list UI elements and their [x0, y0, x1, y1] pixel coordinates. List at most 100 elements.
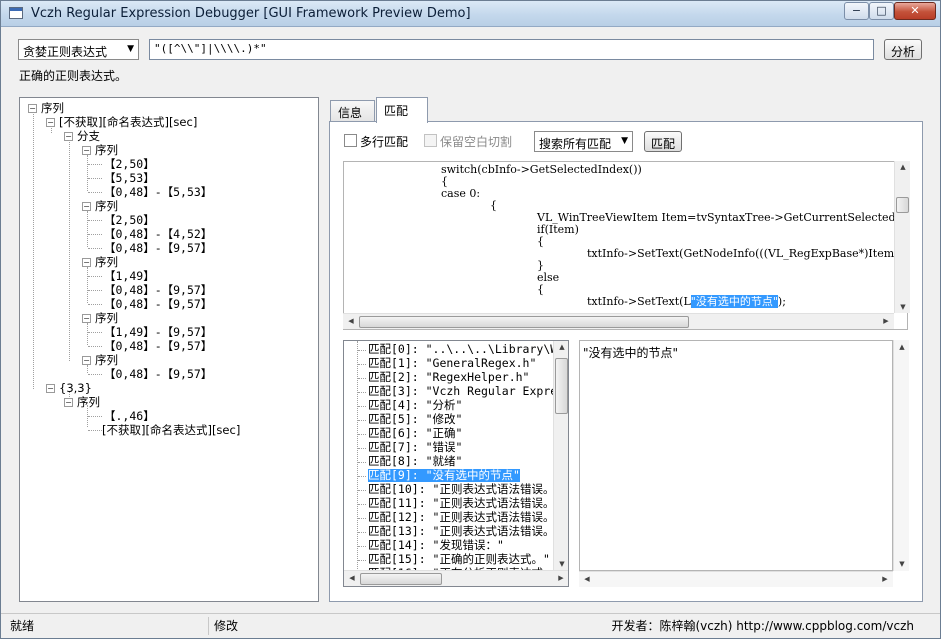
match-item[interactable]: 匹配[14]: "发现错误："	[368, 539, 504, 552]
collapse-icon[interactable]: −	[82, 356, 91, 365]
match-item[interactable]: 匹配[5]: "修改"	[368, 413, 462, 426]
scroll-up-icon[interactable]: ▲	[895, 163, 911, 171]
tree-node-leaf[interactable]: 【5,53】	[104, 171, 155, 185]
tree-node[interactable]: − 序列	[64, 395, 100, 409]
source-text-area[interactable]: switch(cbInfo->GetSelectedIndex()) { cas…	[343, 161, 908, 330]
collapse-icon[interactable]: −	[64, 398, 73, 407]
tree-node[interactable]: − [不获取][命名表达式][sec]	[46, 115, 197, 129]
scroll-right-icon[interactable]: ▶	[877, 575, 893, 583]
collapse-icon[interactable]: −	[82, 314, 91, 323]
match-item[interactable]: 匹配[4]: "分析"	[368, 399, 462, 412]
match-result-tree[interactable]: 匹配[0]: "..\..\..\Library\Wind 匹配[1]: "Gen…	[343, 340, 569, 587]
source-vertical-scrollbar[interactable]: ▲ ▼	[894, 161, 910, 313]
match-item[interactable]: 匹配[6]: "正确"	[368, 427, 462, 440]
code-line: txtInfo->SetText(GetNodeInfo(((VL_RegExp…	[587, 247, 898, 260]
regex-status-text: 正确的正则表达式。	[19, 69, 128, 83]
scroll-down-icon[interactable]: ▼	[894, 560, 910, 568]
scroll-down-icon[interactable]: ▼	[895, 303, 911, 311]
scroll-up-icon[interactable]: ▲	[894, 343, 910, 351]
collapse-icon[interactable]: −	[46, 118, 55, 127]
match-button[interactable]: 匹配	[644, 131, 682, 152]
scroll-thumb[interactable]	[360, 573, 442, 585]
match-item[interactable]: 匹配[15]: "正确的正则表达式。"	[368, 553, 550, 566]
match-vertical-scrollbar[interactable]: ▲ ▼	[553, 341, 568, 570]
code-line: {	[490, 199, 497, 212]
tab-match[interactable]: 匹配	[376, 97, 428, 123]
match-item[interactable]: 匹配[0]: "..\..\..\Library\Wind	[368, 343, 568, 356]
chevron-down-icon: ▼	[621, 136, 628, 146]
tree-node-root[interactable]: − 序列	[28, 101, 64, 115]
match-item[interactable]: 匹配[1]: "GeneralRegex.h"	[368, 357, 536, 370]
source-horizontal-scrollbar[interactable]: ◀ ▶	[343, 313, 894, 329]
tree-node[interactable]: − 序列	[82, 311, 118, 325]
match-item[interactable]: 匹配[13]: "正则表达式语法错误。	[368, 525, 554, 538]
minimize-icon: −	[851, 4, 862, 17]
tree-node[interactable]: − 序列	[82, 255, 118, 269]
scroll-thumb[interactable]	[555, 358, 568, 414]
close-button[interactable]: ✕	[894, 2, 936, 20]
tree-node-leaf[interactable]: 【2,50】	[104, 213, 155, 227]
scroll-up-icon[interactable]: ▲	[554, 343, 568, 351]
checkbox-box[interactable]	[344, 134, 357, 147]
selected-text: "没有选中的节点"	[690, 295, 778, 308]
match-item[interactable]: 匹配[7]: "错误"	[368, 441, 462, 454]
match-item[interactable]: 匹配[3]: "Vczh Regular Expressi	[368, 385, 568, 398]
checkbox-box[interactable]	[424, 134, 437, 147]
node-info-horizontal-scrollbar[interactable]: ◀ ▶	[579, 571, 893, 587]
collapse-icon[interactable]: −	[28, 104, 37, 113]
tree-node-leaf[interactable]: 【1,49】	[104, 269, 155, 283]
minimize-button[interactable]: −	[844, 2, 869, 20]
close-icon: ✕	[910, 4, 920, 17]
tree-node-leaf[interactable]: 【0,48】-【9,57】	[104, 297, 212, 311]
tree-node-leaf[interactable]: 【2,50】	[104, 157, 155, 171]
scroll-down-icon[interactable]: ▼	[554, 560, 568, 568]
tree-node-leaf[interactable]: 【.,46】	[104, 409, 155, 423]
scroll-thumb[interactable]	[896, 197, 909, 213]
syntax-tree[interactable]: − 序列 − [不获取][命名表达式][sec] − 分支 − 序列 【2,50】 【5…	[19, 97, 319, 602]
match-item[interactable]: 匹配[2]: "RegexHelper.h"	[368, 371, 529, 384]
match-item[interactable]: 匹配[12]: "正则表达式语法错误。	[368, 511, 554, 524]
tree-node-leaf[interactable]: 【0,48】-【4,52】	[104, 227, 212, 241]
tab-info[interactable]: 信息	[330, 100, 375, 122]
scroll-thumb[interactable]	[359, 316, 689, 328]
tree-node-leaf[interactable]: 【0,48】-【9,57】	[104, 367, 212, 381]
tree-node[interactable]: − 序列	[82, 353, 118, 367]
node-info-vertical-scrollbar[interactable]: ▲ ▼	[893, 340, 909, 571]
status-modify: 修改	[214, 619, 239, 633]
maximize-button[interactable]: □	[869, 2, 894, 20]
node-info-text: "没有选中的节点"	[583, 346, 679, 360]
tree-node-leaf[interactable]: 【0,48】-【5,53】	[104, 185, 212, 199]
match-item-selected[interactable]: 匹配[9]: "没有选中的节点"	[368, 469, 520, 482]
scroll-right-icon[interactable]: ▶	[553, 574, 568, 582]
regex-mode-select[interactable]: 贪婪正则表达式 ▼	[18, 39, 139, 60]
tree-node-leaf[interactable]: [不获取][命名表达式][sec]	[102, 423, 240, 437]
collapse-icon[interactable]: −	[82, 202, 91, 211]
tree-node-leaf[interactable]: 【0,48】-【9,57】	[104, 339, 212, 353]
match-horizontal-scrollbar[interactable]: ◀ ▶	[344, 570, 568, 586]
analyze-button[interactable]: 分析	[884, 39, 922, 60]
tree-node[interactable]: − 序列	[82, 199, 118, 213]
node-info-text-area[interactable]: "没有选中的节点"	[579, 340, 893, 571]
scroll-left-icon[interactable]: ◀	[343, 317, 359, 325]
regex-input[interactable]: "([^\\"]|\\\\.)*"	[149, 39, 874, 60]
scroll-right-icon[interactable]: ▶	[878, 317, 894, 325]
scroll-left-icon[interactable]: ◀	[579, 575, 595, 583]
collapse-icon[interactable]: −	[64, 132, 73, 141]
scroll-left-icon[interactable]: ◀	[344, 574, 360, 582]
tree-node-leaf[interactable]: 【0,48】-【9,57】	[104, 241, 212, 255]
tree-node[interactable]: − {3,3}	[46, 381, 92, 395]
match-item[interactable]: 匹配[8]: "就绪"	[368, 455, 462, 468]
title-bar[interactable]: Vczh Regular Expression Debugger [GUI Fr…	[1, 1, 940, 27]
tree-node[interactable]: − 分支	[64, 129, 100, 143]
collapse-icon[interactable]: −	[46, 384, 55, 393]
collapse-icon[interactable]: −	[82, 146, 91, 155]
collapse-icon[interactable]: −	[82, 258, 91, 267]
app-icon	[9, 7, 23, 19]
match-item[interactable]: 匹配[10]: "正则表达式语法错误。	[368, 483, 554, 496]
tree-node-leaf[interactable]: 【0,48】-【9,57】	[104, 283, 212, 297]
search-mode-select[interactable]: 搜索所有匹配 ▼	[534, 131, 633, 152]
code-line: {	[537, 235, 544, 248]
match-item[interactable]: 匹配[11]: "正则表达式语法错误。	[368, 497, 554, 510]
tree-node-leaf[interactable]: 【1,49】-【9,57】	[104, 325, 212, 339]
tree-node[interactable]: − 序列	[82, 143, 118, 157]
